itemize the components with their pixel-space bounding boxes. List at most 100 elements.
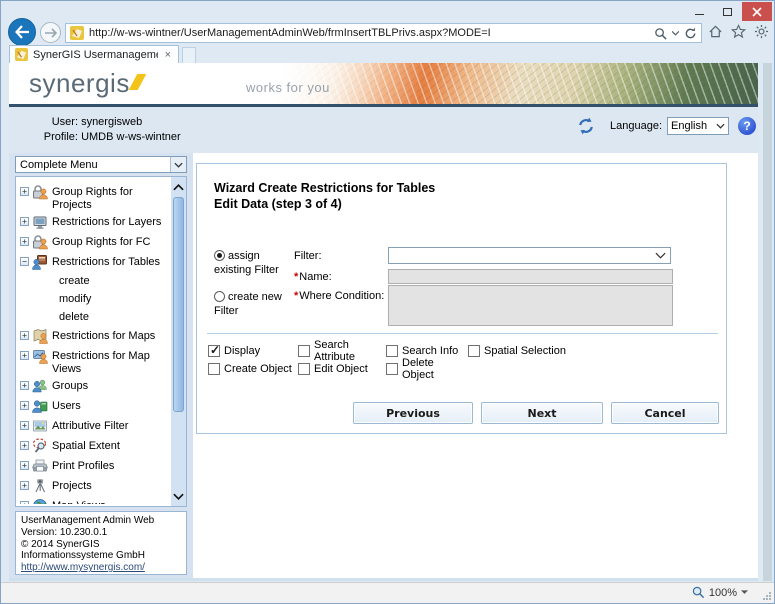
- checkbox-search-attribute[interactable]: Search Attribute: [298, 339, 386, 363]
- synergis-logo: synergis: [29, 68, 147, 99]
- sidebar-item-projects[interactable]: + Projects: [19, 476, 169, 496]
- checkbox-label: Edit Object: [314, 363, 368, 375]
- expand-icon[interactable]: +: [20, 187, 29, 196]
- collapse-icon[interactable]: −: [20, 257, 29, 266]
- expand-icon[interactable]: +: [20, 401, 29, 410]
- expand-icon[interactable]: +: [20, 331, 29, 340]
- search-icon[interactable]: [654, 27, 667, 40]
- chevron-down-icon: [170, 157, 186, 172]
- url-bar[interactable]: http://w-ws-wintner/UserManagementAdminW…: [65, 23, 702, 43]
- maximize-button[interactable]: [714, 2, 740, 21]
- expand-icon[interactable]: +: [20, 217, 29, 226]
- checkbox-label: Display: [224, 345, 261, 357]
- scroll-up-button[interactable]: [171, 179, 186, 195]
- sidebar-item-label: Group Rights for FC: [52, 236, 151, 248]
- sidebar-item-modify[interactable]: modify: [19, 290, 169, 308]
- sidebar-item-label: Groups: [52, 380, 89, 392]
- reload-page-button[interactable]: [576, 116, 596, 136]
- expand-icon[interactable]: +: [20, 421, 29, 430]
- sidebar-item-attributive-filter[interactable]: + Attributive Filter: [19, 416, 169, 436]
- back-button[interactable]: [8, 18, 36, 46]
- sidebar-item-create[interactable]: create: [19, 272, 169, 290]
- expand-icon[interactable]: +: [20, 441, 29, 450]
- unchecked-checkbox-icon[interactable]: [386, 363, 398, 375]
- zoom-control[interactable]: 100%: [692, 586, 748, 599]
- sidebar-item-map-views[interactable]: + Map Views: [19, 496, 169, 504]
- required-marker: *: [294, 290, 299, 302]
- unchecked-checkbox-icon[interactable]: [208, 363, 220, 375]
- favorites-button[interactable]: [731, 24, 746, 39]
- checkbox-label: Create Object: [224, 363, 292, 375]
- sidebar-item-spatial-extent[interactable]: + Spatial Extent: [19, 436, 169, 456]
- settings-button[interactable]: [754, 24, 769, 39]
- expand-icon[interactable]: +: [20, 351, 29, 360]
- tab-close-icon[interactable]: ×: [163, 49, 173, 61]
- sidebar-item-group-rights-for-fc[interactable]: + Group Rights for FC: [19, 232, 169, 252]
- sidebar-item-users[interactable]: + Users: [19, 396, 169, 416]
- tab-synergis-usermanagement[interactable]: SynerGIS Usermanagement ... ×: [9, 45, 179, 63]
- assign-existing-filter-radio[interactable]: assign existing Filter: [214, 247, 294, 284]
- refresh-icon[interactable]: [684, 27, 697, 40]
- radio-icon[interactable]: [214, 250, 225, 261]
- wizard-panel: Wizard Create Restrictions for Tables Ed…: [196, 163, 727, 434]
- search-dropdown-icon[interactable]: [672, 30, 679, 36]
- checkbox-delete-object[interactable]: Delete Object: [386, 357, 468, 381]
- checkbox-create-object[interactable]: Create Object: [208, 363, 298, 375]
- tab-favicon-icon: [15, 48, 28, 61]
- sidebar-item-restrictions-for-tables[interactable]: − Restrictions for Tables: [19, 252, 169, 272]
- new-tab-button[interactable]: [182, 47, 196, 63]
- site-favicon-icon: [70, 26, 84, 40]
- sidebar-item-restrictions-for-layers[interactable]: + Restrictions for Layers: [19, 212, 169, 232]
- sidebar-item-group-rights-for-projects[interactable]: + Group Rights for Projects: [19, 182, 169, 212]
- sidebar-item-restrictions-for-map-views[interactable]: + Restrictions for Map Views: [19, 346, 169, 376]
- next-button[interactable]: Next: [481, 402, 603, 424]
- checkbox-display[interactable]: Display: [208, 343, 298, 357]
- minimize-button[interactable]: [686, 2, 712, 21]
- radio-icon[interactable]: [214, 291, 225, 302]
- expand-icon[interactable]: +: [20, 237, 29, 246]
- close-button[interactable]: [742, 2, 772, 21]
- expand-icon[interactable]: +: [20, 501, 29, 504]
- sidebar-item-delete[interactable]: delete: [19, 308, 169, 326]
- zoom-dropdown-icon: [741, 590, 748, 594]
- create-new-filter-radio[interactable]: create new Filter: [214, 284, 294, 326]
- expand-icon[interactable]: +: [20, 381, 29, 390]
- url-input[interactable]: http://w-ws-wintner/UserManagementAdminW…: [89, 27, 650, 39]
- unchecked-checkbox-icon[interactable]: [468, 345, 480, 357]
- projects-icon: [32, 478, 49, 494]
- expand-icon[interactable]: +: [20, 481, 29, 490]
- zoom-level: 100%: [708, 586, 737, 599]
- user-value: synergisweb: [81, 116, 143, 128]
- scroll-down-button[interactable]: [171, 488, 186, 504]
- filter-select[interactable]: [388, 247, 671, 264]
- mapview-restriction-icon: [32, 348, 49, 364]
- browser-scrollbar-area[interactable]: [763, 63, 772, 581]
- resize-grip-icon[interactable]: [763, 592, 771, 600]
- attributive-filter-icon: [32, 418, 49, 434]
- section-divider: [207, 333, 718, 334]
- sidebar-item-restrictions-for-maps[interactable]: + Restrictions for Maps: [19, 326, 169, 346]
- menu-filter-select[interactable]: Complete Menu: [15, 156, 187, 173]
- sidebar-item-groups[interactable]: + Groups: [19, 376, 169, 396]
- home-button[interactable]: [708, 24, 723, 39]
- expand-icon[interactable]: +: [20, 461, 29, 470]
- help-button[interactable]: ?: [738, 117, 756, 135]
- unchecked-checkbox-icon[interactable]: [298, 363, 310, 375]
- scrollbar-thumb[interactable]: [173, 197, 184, 412]
- language-select[interactable]: English: [667, 117, 729, 135]
- checkbox-spatial-selection[interactable]: Spatial Selection: [468, 345, 566, 357]
- sidebar-item-label: Print Profiles: [52, 460, 115, 472]
- forward-button[interactable]: [40, 22, 61, 43]
- synergis-website-link[interactable]: http://www.mysynergis.com/: [21, 562, 145, 573]
- chevron-up-icon: [173, 183, 184, 190]
- checkbox-search-info[interactable]: Search Info: [386, 345, 468, 357]
- sidebar-item-print-profiles[interactable]: + Print Profiles: [19, 456, 169, 476]
- checkbox-edit-object[interactable]: Edit Object: [298, 363, 386, 375]
- cancel-button[interactable]: Cancel: [611, 402, 719, 424]
- checked-checkbox-icon[interactable]: [208, 343, 220, 357]
- previous-button[interactable]: Previous: [353, 402, 473, 424]
- sidebar-footer: UserManagement Admin Web Version: 10.230…: [15, 511, 187, 575]
- sidebar-scrollbar[interactable]: [171, 177, 186, 506]
- unchecked-checkbox-icon[interactable]: [298, 345, 310, 357]
- unchecked-checkbox-icon[interactable]: [386, 345, 398, 357]
